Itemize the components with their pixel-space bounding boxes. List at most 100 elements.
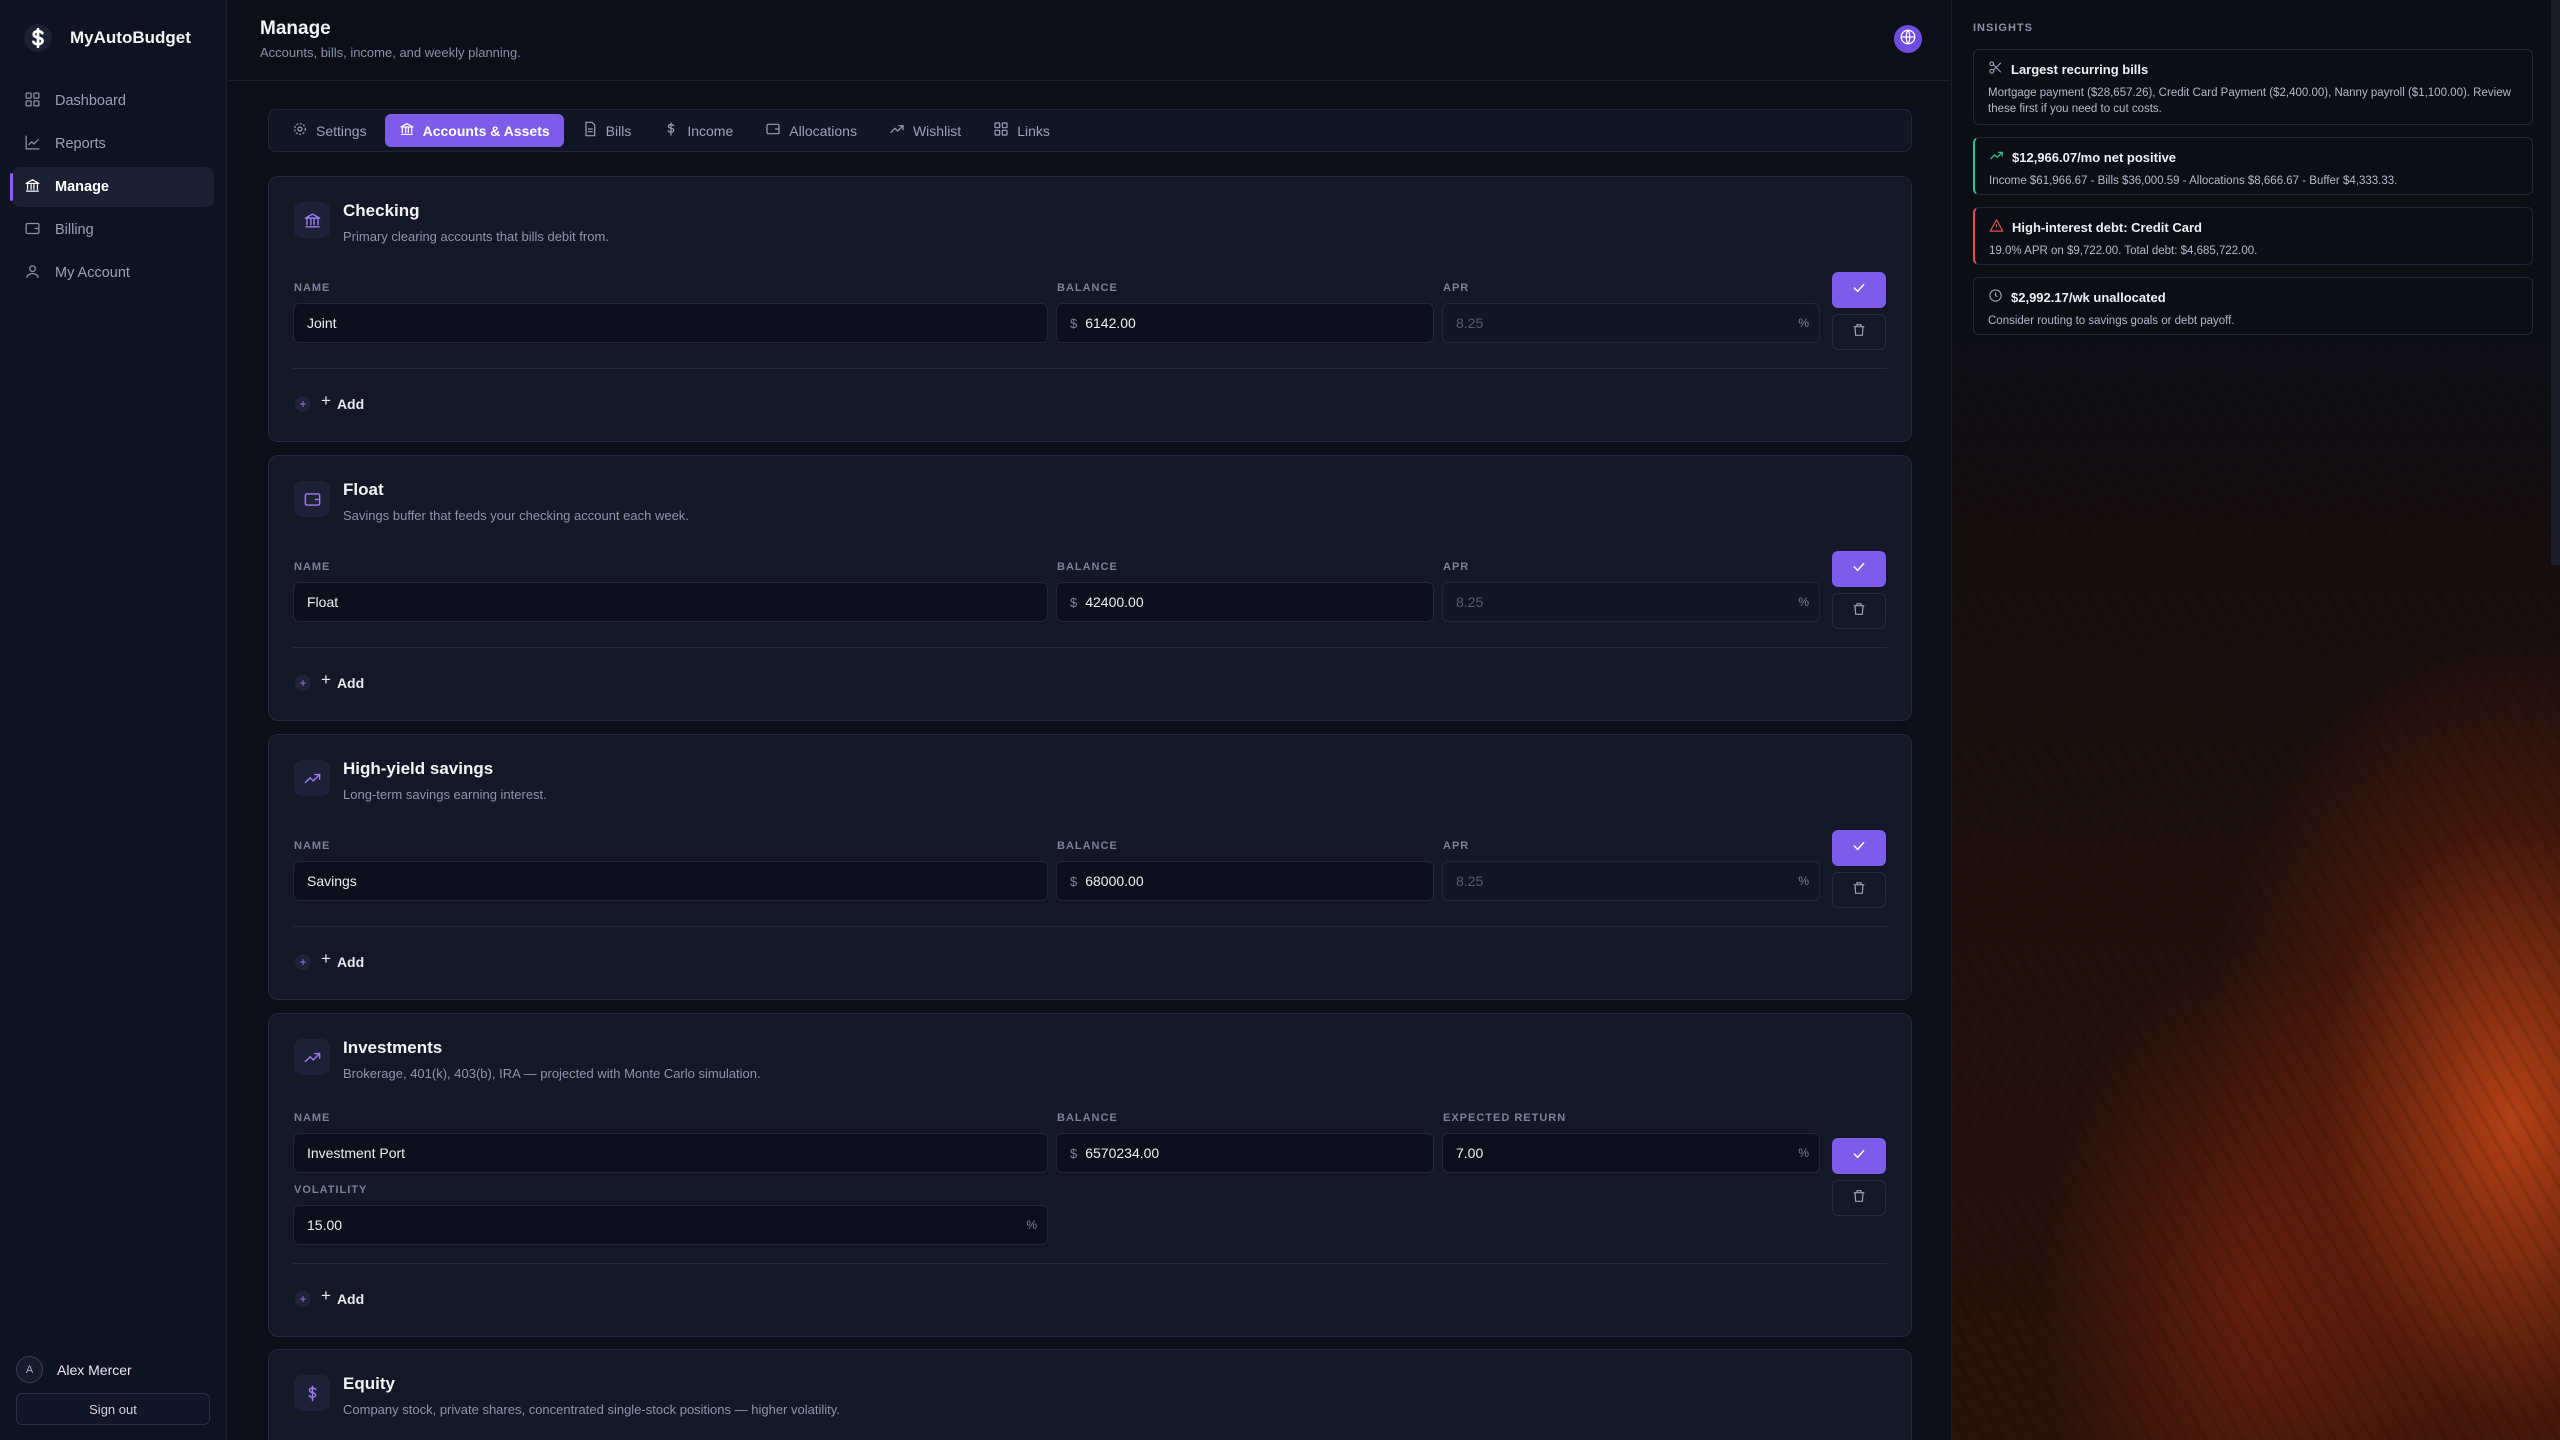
- expected-return-input[interactable]: 7.00 %: [1442, 1133, 1820, 1173]
- plus-icon: +: [321, 949, 331, 968]
- insight-header: Largest recurring bills: [1988, 60, 2520, 78]
- add-account-button[interactable]: + + Add: [295, 1286, 364, 1309]
- insight-card: $2,992.17/wk unallocated Consider routin…: [1973, 277, 2533, 335]
- input-placeholder: 8.25: [1456, 315, 1484, 331]
- add-account-button[interactable]: + + Add: [295, 391, 364, 414]
- sidebar-item-reports[interactable]: Reports: [12, 124, 214, 164]
- bank-icon: [24, 177, 41, 198]
- apr-label: APR: [1443, 282, 1470, 294]
- save-button[interactable]: [1832, 1138, 1886, 1174]
- account-name-input[interactable]: Savings: [293, 861, 1048, 901]
- tab-links[interactable]: Links: [979, 114, 1064, 147]
- checking-card: Checking Primary clearing accounts that …: [268, 176, 1912, 442]
- brand[interactable]: MyAutoBudget: [22, 22, 191, 54]
- add-text: Add: [336, 675, 365, 691]
- sidebar-item-label: Billing: [55, 222, 94, 238]
- add-badge-icon: +: [295, 396, 311, 412]
- delete-button[interactable]: [1832, 314, 1886, 350]
- sidebar-nav: Dashboard Reports Manage Billing My Acco…: [10, 81, 214, 296]
- language-button[interactable]: [1894, 25, 1922, 53]
- sign-out-button[interactable]: Sign out: [16, 1393, 210, 1425]
- insight-title: $2,992.17/wk unallocated: [2011, 289, 2166, 305]
- globe-icon: [1899, 28, 1917, 51]
- tab-label: Settings: [316, 122, 367, 139]
- tab-accounts-assets[interactable]: Accounts & Assets: [384, 114, 564, 147]
- sidebar: MyAutoBudget Dashboard Reports Manage Bi…: [0, 0, 227, 1440]
- sidebar-item-label: My Account: [55, 265, 130, 281]
- add-account-button[interactable]: + + Add: [295, 670, 365, 693]
- grid-icon: [993, 121, 1009, 140]
- apr-input[interactable]: 8.25 %: [1442, 303, 1820, 343]
- sidebar-item-manage[interactable]: Manage: [10, 167, 214, 207]
- page-subtitle: Accounts, bills, income, and weekly plan…: [260, 45, 521, 60]
- sidebar-item-dashboard[interactable]: Dashboard: [12, 81, 214, 121]
- sidebar-item-billing[interactable]: Billing: [12, 210, 214, 250]
- add-label: + Add: [321, 949, 364, 972]
- sidebar-item-my-account[interactable]: My Account: [12, 253, 214, 293]
- volatility-label: VOLATILITY: [294, 1184, 368, 1196]
- volatility-input[interactable]: 15.00 %: [293, 1205, 1048, 1245]
- insight-title: $12,966.07/mo net positive: [2012, 149, 2177, 165]
- account-name-input[interactable]: Joint: [293, 303, 1048, 343]
- save-button[interactable]: [1832, 830, 1886, 866]
- balance-label: BALANCE: [1057, 1112, 1118, 1124]
- delete-button[interactable]: [1832, 593, 1886, 629]
- scissors-icon: [1988, 60, 2003, 78]
- page-title: Manage: [260, 18, 331, 39]
- input-value: 6142.00: [1085, 315, 1136, 331]
- trend-up-icon: [294, 1039, 330, 1075]
- delete-button[interactable]: [1832, 872, 1886, 908]
- check-icon: [1851, 280, 1867, 301]
- bank-icon: [399, 121, 415, 140]
- input-placeholder: 8.25: [1456, 594, 1484, 610]
- insights-heading: INSIGHTS: [1973, 22, 2033, 34]
- account-name-input[interactable]: Investment Port: [293, 1133, 1048, 1173]
- user-profile[interactable]: A Alex Mercer: [16, 1356, 132, 1383]
- name-label: NAME: [294, 1112, 331, 1124]
- user-icon: [24, 263, 41, 284]
- trash-icon: [1851, 880, 1867, 901]
- insight-card: $12,966.07/mo net positive Income $61,96…: [1973, 137, 2533, 195]
- tab-settings[interactable]: Settings: [278, 114, 381, 147]
- card-description: Savings buffer that feeds your checking …: [343, 508, 689, 523]
- input-value: 68000.00: [1085, 873, 1144, 889]
- balance-input[interactable]: $ 42400.00: [1056, 582, 1434, 622]
- dashboard-icon: [24, 91, 41, 112]
- balance-input[interactable]: $ 68000.00: [1056, 861, 1434, 901]
- sidebar-item-label: Manage: [55, 179, 109, 195]
- app-name: MyAutoBudget: [70, 28, 191, 47]
- tab-wishlist[interactable]: Wishlist: [875, 114, 975, 147]
- trash-icon: [1851, 601, 1867, 622]
- sidebar-item-label: Dashboard: [55, 93, 126, 109]
- account-name-input[interactable]: Float: [293, 582, 1048, 622]
- insight-title: Largest recurring bills: [2011, 61, 2149, 77]
- currency-prefix: $: [1070, 315, 1078, 331]
- insights-panel: INSIGHTS Largest recurring bills Mortgag…: [1951, 0, 2560, 1440]
- balance-input[interactable]: $ 6570234.00: [1056, 1133, 1434, 1173]
- tab-bills[interactable]: Bills: [568, 114, 646, 147]
- tab-label: Accounts & Assets: [422, 122, 550, 139]
- wallet-icon: [294, 481, 330, 517]
- investments-card: Investments Brokerage, 401(k), 403(b), I…: [268, 1013, 1912, 1337]
- save-button[interactable]: [1832, 272, 1886, 308]
- apr-input[interactable]: 8.25 %: [1442, 861, 1820, 901]
- scrollbar[interactable]: [2551, 0, 2560, 565]
- percent-suffix: %: [1798, 874, 1809, 888]
- name-label: NAME: [294, 561, 331, 573]
- balance-input[interactable]: $ 6142.00: [1056, 303, 1434, 343]
- card-description: Primary clearing accounts that bills deb…: [343, 229, 609, 244]
- add-account-button[interactable]: + + Add: [295, 949, 364, 972]
- currency-prefix: $: [1070, 594, 1078, 610]
- float-card: Float Savings buffer that feeds your che…: [268, 455, 1912, 721]
- divider: [293, 1263, 1887, 1264]
- clock-icon: [1988, 288, 2003, 306]
- input-value: 15.00: [307, 1217, 343, 1233]
- delete-button[interactable]: [1832, 1180, 1886, 1216]
- tab-allocations[interactable]: Allocations: [751, 114, 871, 147]
- tab-income[interactable]: Income: [649, 114, 747, 147]
- sidebar-item-label: Reports: [55, 136, 106, 152]
- apr-input[interactable]: 8.25 %: [1442, 582, 1820, 622]
- warning-icon: [1989, 218, 2004, 236]
- save-button[interactable]: [1832, 551, 1886, 587]
- name-label: NAME: [294, 282, 331, 294]
